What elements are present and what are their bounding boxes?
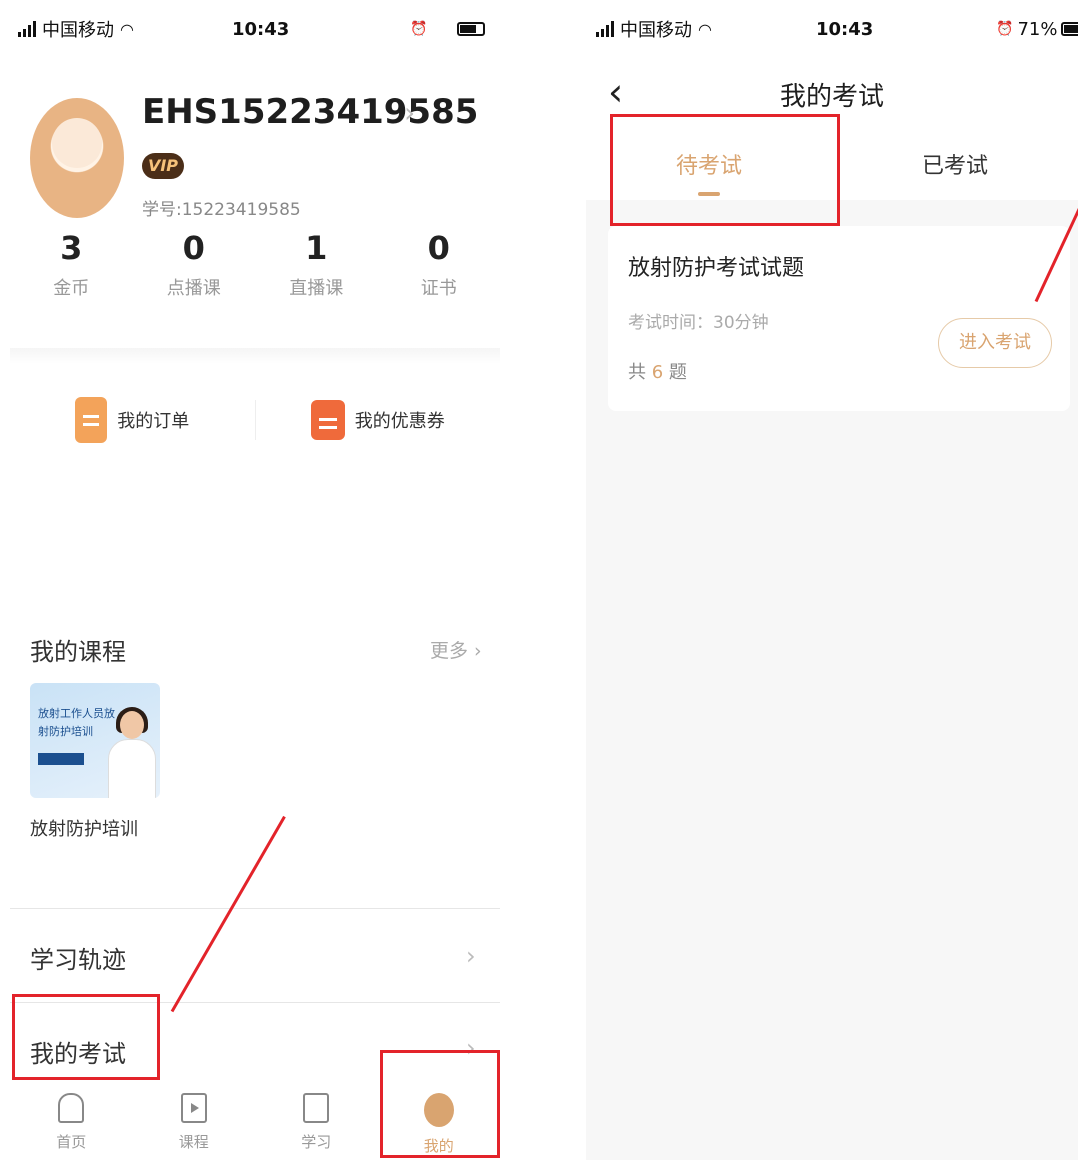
avatar-head (52, 118, 102, 168)
my-coupons-label: 我的优惠券 (354, 411, 445, 432)
my-courses-title: 我的课程 (30, 638, 126, 666)
separator (510, 0, 586, 1160)
stats-row: 3 金币 0 点播课 1 直播课 0 证书 (10, 228, 500, 308)
battery-icon (1061, 22, 1078, 36)
tab-label: 学习 (301, 1133, 332, 1151)
count-prefix: 共 (628, 362, 646, 383)
username[interactable]: EHS15223419585 (142, 92, 478, 132)
highlight-box (380, 1050, 500, 1158)
status-bar: 中国移动 ◠ (18, 12, 134, 46)
my-coupons-button[interactable]: 我的优惠券 (256, 390, 501, 450)
course-name[interactable]: 放射防护培训 (30, 815, 138, 841)
status-time-wrap: 10:43 (232, 12, 289, 46)
status-right: ⏰ 71% (996, 12, 1078, 46)
chevron-right-icon[interactable]: › (404, 96, 415, 129)
stat-value: 3 (60, 229, 83, 267)
stat-label: 点播课 (166, 278, 221, 299)
stat-label: 直播课 (289, 278, 344, 299)
carrier-label: 中国移动 (42, 20, 114, 41)
count-value: 6 (651, 362, 664, 383)
stat-certificates[interactable]: 0 证书 (378, 228, 501, 308)
instructor-image (108, 707, 156, 798)
signal-icon (596, 21, 614, 37)
tab-study[interactable]: 学习 (255, 1085, 378, 1160)
quick-links: 我的订单 我的优惠券 (10, 390, 500, 450)
stat-vod[interactable]: 0 点播课 (133, 228, 256, 308)
page-title: 我的考试 (779, 82, 884, 112)
signal-icon (18, 21, 36, 37)
course-thumb-text: 放射工作人员放射防护培训 (38, 707, 115, 738)
status-bar: 中国移动 ◠ (596, 12, 712, 46)
tab-label: 首页 (56, 1133, 87, 1151)
learning-track-item[interactable]: 学习轨迹 (30, 940, 126, 975)
bookmark-icon (303, 1093, 330, 1123)
carrier-label: 中国移动 (620, 20, 692, 41)
profile-screen: 中国移动 ◠ 10:43 ⏰ EHS15223419585 › VIP 学号:1… (0, 0, 510, 1160)
stat-value: 0 (427, 229, 450, 267)
stat-label: 证书 (420, 278, 457, 299)
highlight-box (12, 994, 160, 1080)
status-time: 10:43 (816, 18, 874, 40)
section-shadow (10, 348, 500, 364)
count-suffix: 题 (668, 362, 687, 383)
tab-label: 课程 (178, 1133, 209, 1151)
status-right: ⏰ (410, 12, 486, 46)
stat-live[interactable]: 1 直播课 (255, 228, 378, 308)
stat-value: 1 (305, 229, 328, 267)
exam-card: 放射防护考试试题 考试时间：30分钟 共 6 题 进入考试 (608, 226, 1070, 411)
stat-value: 0 (182, 229, 205, 267)
alarm-icon: ⏰ (996, 21, 1014, 37)
play-icon (180, 1093, 207, 1123)
tab-done[interactable]: 已考试 (832, 130, 1078, 200)
battery-percent: 71% (1017, 18, 1058, 40)
more-link[interactable]: 更多 › (430, 636, 482, 663)
status-time-wrap: 10:43 (816, 12, 873, 46)
tab-home[interactable]: 首页 (10, 1085, 133, 1160)
status-time: 10:43 (232, 18, 290, 40)
orders-icon (75, 397, 108, 443)
my-exams-screen: 中国移动 ◠ 10:43 ⏰ 71% ‹ 我的考试 待考试 已考试 放射防护考试… (586, 0, 1078, 1160)
thumb-badge (38, 753, 84, 765)
divider (10, 908, 500, 909)
stat-coins[interactable]: 3 金币 (10, 228, 133, 308)
alarm-icon: ⏰ (410, 21, 428, 37)
exam-time: 考试时间：30分钟 (628, 313, 769, 333)
vip-badge: VIP (142, 153, 184, 179)
tab-courses[interactable]: 课程 (133, 1085, 256, 1160)
chevron-right-icon[interactable]: › (466, 942, 476, 970)
enter-exam-button[interactable]: 进入考试 (938, 318, 1052, 368)
annotation-arrow (170, 815, 286, 1013)
stat-label: 金币 (53, 278, 90, 299)
wifi-icon: ◠ (698, 19, 712, 39)
coupon-icon (310, 400, 345, 440)
student-id: 学号:15223419585 (142, 200, 301, 220)
nav-bar: ‹ 我的考试 (586, 66, 1078, 120)
course-thumbnail[interactable]: 放射工作人员放射防护培训 (30, 683, 160, 798)
highlight-box (610, 114, 840, 226)
wifi-icon: ◠ (120, 19, 134, 39)
my-orders-button[interactable]: 我的订单 (10, 390, 255, 450)
exam-count: 共 6 题 (628, 358, 687, 384)
exam-title: 放射防护考试试题 (628, 256, 805, 281)
battery-icon (457, 22, 486, 36)
home-icon (58, 1093, 85, 1123)
my-orders-label: 我的订单 (117, 411, 190, 432)
